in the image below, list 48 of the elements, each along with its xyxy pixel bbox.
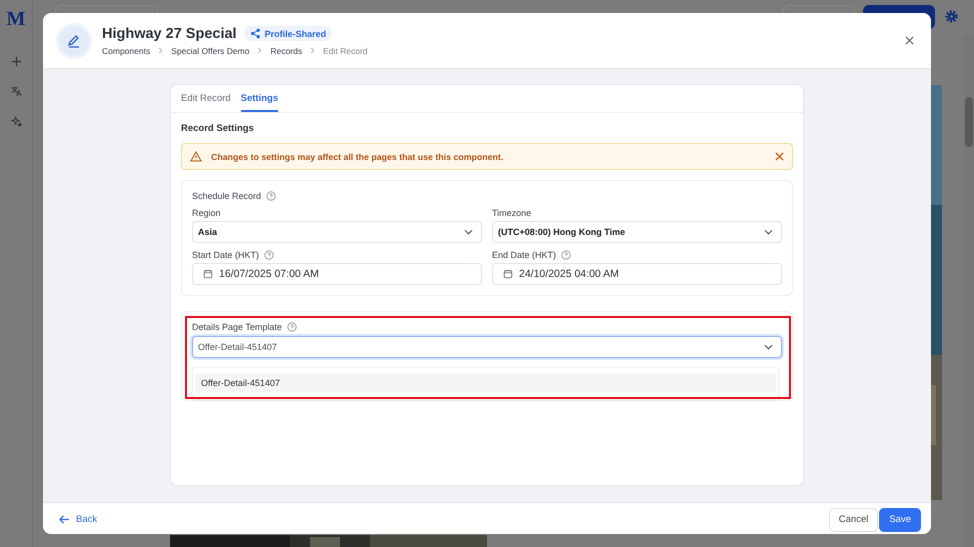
chevron-down-icon: [764, 344, 773, 350]
badge-label: Profile-Shared: [264, 28, 326, 38]
select-field[interactable]: Offer-Detail-451407: [192, 336, 782, 358]
plus-icon[interactable]: [10, 56, 22, 67]
chevron-down-icon: [464, 229, 473, 235]
save-button[interactable]: Save: [879, 508, 921, 532]
field-label: Timezone: [492, 208, 532, 218]
date-field[interactable]: 16/07/2025 07:00 AM: [192, 263, 482, 285]
chevron-right-icon: [257, 47, 262, 54]
help-icon[interactable]: [561, 250, 572, 260]
help-icon[interactable]: [264, 250, 274, 260]
tab[interactable]: Settings: [240, 85, 278, 112]
select-field[interactable]: Asia: [192, 221, 482, 243]
warning-icon: [190, 151, 202, 162]
cancel-button[interactable]: Cancel: [828, 508, 878, 532]
tab[interactable]: Edit Record: [181, 85, 231, 112]
date-field[interactable]: 24/10/2025 04:00 AM: [492, 263, 782, 285]
calendar-icon: [203, 269, 213, 279]
chevron-right-icon: [310, 47, 316, 54]
section-title: Record Settings: [181, 123, 255, 134]
calendar-icon: [503, 269, 513, 279]
chevron-right-icon: [158, 47, 164, 54]
arrow-left-icon: [59, 515, 70, 524]
breadcrumb-item: Edit Record: [323, 46, 368, 56]
help-icon[interactable]: [286, 322, 297, 332]
field-label: Region: [192, 208, 221, 218]
group-title: Schedule Record: [192, 191, 262, 201]
scrollbar[interactable]: [964, 35, 974, 547]
select-field[interactable]: (UTC+08:00) Hong Kong Time: [492, 221, 782, 243]
share-icon: [250, 28, 261, 39]
sparkle-icon[interactable]: [10, 116, 22, 127]
settings-icon[interactable]: [944, 9, 959, 24]
modal-title: Highway 27 Special: [102, 26, 237, 42]
alert-message: Changes to settings may affect all the pages that use this component.: [211, 152, 504, 162]
breadcrumb-item[interactable]: Components: [102, 46, 150, 56]
translate-icon[interactable]: [10, 86, 22, 97]
field-label: End Date (HKT): [492, 250, 556, 260]
close-icon[interactable]: [775, 152, 784, 161]
edit-icon: [59, 26, 89, 56]
close-icon[interactable]: [905, 36, 914, 45]
breadcrumb-item[interactable]: Special Offers Demo: [171, 46, 250, 56]
field-label: Start Date (HKT): [192, 250, 260, 260]
back-link[interactable]: Back: [53, 513, 104, 526]
field-label: Details Page Template: [192, 322, 282, 332]
help-icon[interactable]: [266, 191, 276, 201]
dropdown-option[interactable]: Offer-Detail-451407: [195, 373, 776, 393]
breadcrumb-item[interactable]: Records: [270, 46, 302, 56]
chevron-down-icon: [764, 229, 773, 235]
